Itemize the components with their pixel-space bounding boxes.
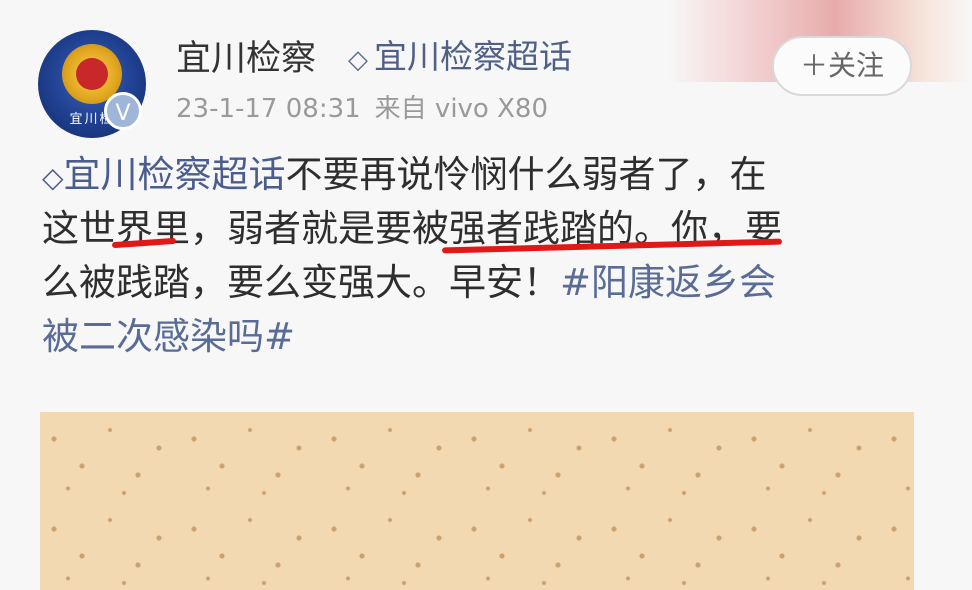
diamond-icon: ◇ bbox=[42, 161, 64, 194]
weibo-post-card: 宜川检 V 宜川检察 ◇ 宜川检察超话 23-1-17 08:31 来自 vivo … bbox=[0, 0, 972, 590]
hashtag-link[interactable]: #阳康返乡会 bbox=[560, 261, 776, 304]
author-name[interactable]: 宜川检察 bbox=[176, 30, 316, 81]
diamond-icon: ◇ bbox=[348, 45, 368, 75]
topic-inline-label: 宜川检察超话 bbox=[63, 153, 286, 196]
post-line-3-text: 么被践踏，要么变强大。早安！ bbox=[42, 261, 560, 304]
verified-badge-icon: V bbox=[104, 92, 142, 130]
topic-inline-link[interactable]: ◇宜川检察超话 bbox=[42, 153, 286, 196]
post-line-2: 这世界里，弱者就是要被强者践踏的。你，要 bbox=[42, 207, 782, 250]
follow-button[interactable]: ＋关注 bbox=[772, 36, 912, 96]
post-image[interactable] bbox=[40, 412, 914, 590]
hashtag-link-continued[interactable]: 被二次感染吗# bbox=[42, 310, 295, 364]
post-meta: 23-1-17 08:31 来自 vivo X80 bbox=[176, 88, 548, 125]
super-topic-link[interactable]: ◇ 宜川检察超话 bbox=[348, 30, 572, 78]
post-line-1-text: 不要再说怜悯什么弱者了，在 bbox=[285, 153, 767, 196]
post-source: 来自 vivo X80 bbox=[374, 94, 549, 124]
super-topic-label: 宜川检察超话 bbox=[374, 37, 572, 76]
post-line-3: 么被践踏，要么变强大。早安！#阳康返乡会 bbox=[42, 256, 776, 310]
post-time: 23-1-17 08:31 bbox=[176, 94, 361, 124]
post-line-1: ◇宜川检察超话不要再说怜悯什么弱者了，在 bbox=[42, 148, 767, 205]
